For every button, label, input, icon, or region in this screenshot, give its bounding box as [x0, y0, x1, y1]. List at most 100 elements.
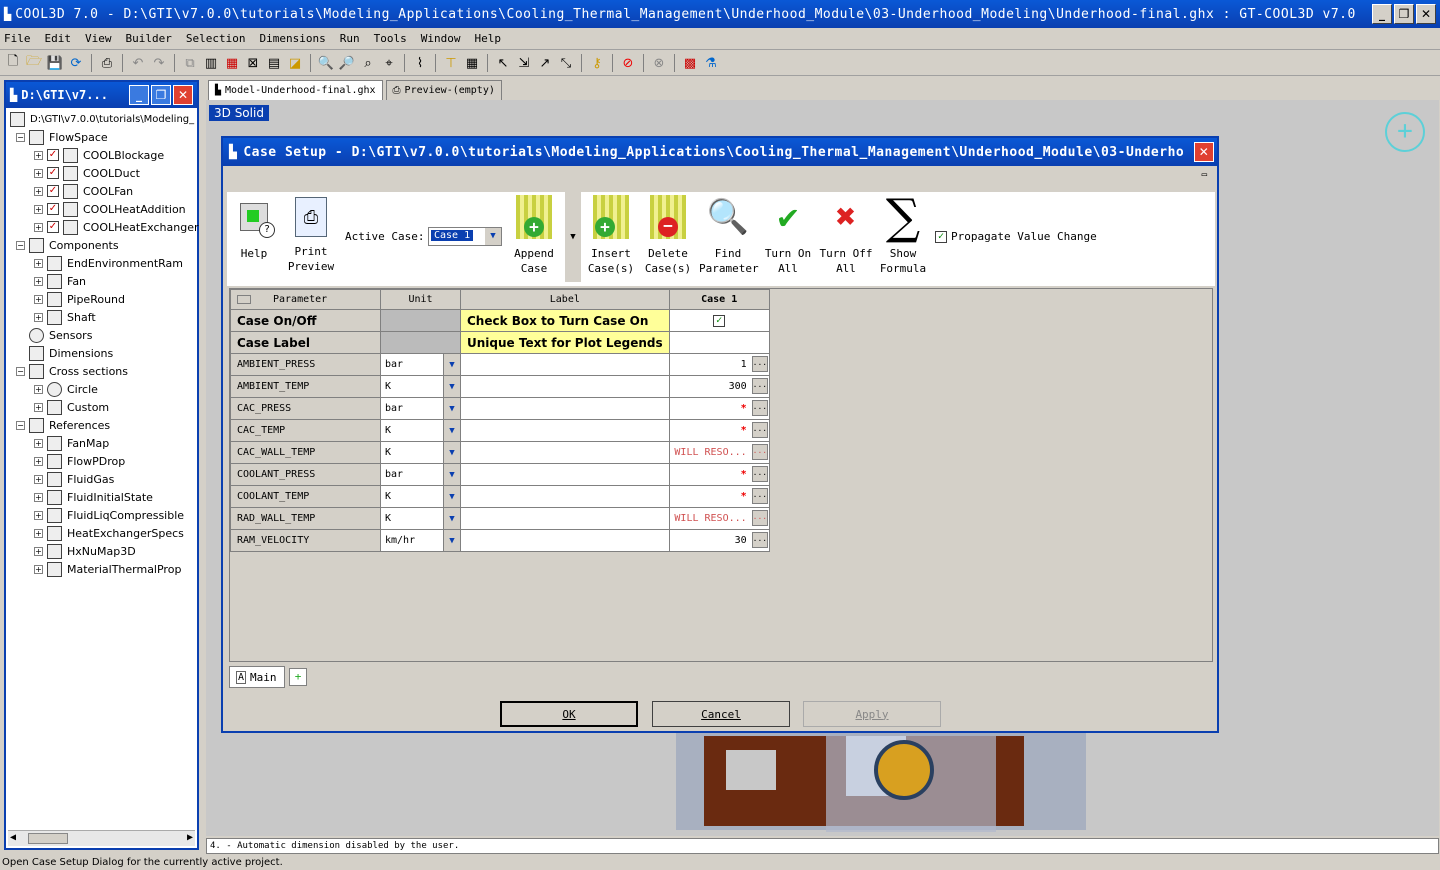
- open-folder-icon[interactable]: 🗁: [25, 54, 43, 72]
- label-cell[interactable]: [460, 529, 670, 552]
- minimize-button[interactable]: _: [1372, 4, 1392, 24]
- ellipsis-button[interactable]: ...: [751, 422, 768, 438]
- ellipsis-button[interactable]: ...: [751, 400, 768, 416]
- menu-help[interactable]: Help: [474, 32, 501, 45]
- tree-item[interactable]: Sensors: [16, 326, 92, 344]
- unit-select[interactable]: bar ▼: [380, 397, 461, 420]
- tree-item[interactable]: + ✓ COOLDuct: [34, 164, 140, 182]
- refresh-icon[interactable]: ⟳: [67, 54, 85, 72]
- expand-toggle-icon[interactable]: +: [34, 222, 43, 232]
- ellipsis-button[interactable]: ...: [751, 488, 768, 504]
- menu-builder[interactable]: Builder: [126, 32, 172, 45]
- expand-toggle-icon[interactable]: +: [34, 204, 43, 214]
- sheet-tab-main[interactable]: A Main: [229, 666, 285, 688]
- scroll-thumb[interactable]: [28, 833, 68, 844]
- case-value-cell[interactable]: WILL RESO......: [668, 507, 770, 530]
- dialog-restore-icon[interactable]: ▭: [1202, 170, 1207, 180]
- expand-toggle-icon[interactable]: +: [34, 528, 43, 538]
- expand-toggle-icon[interactable]: +: [34, 384, 43, 394]
- chevron-down-icon[interactable]: ▼: [443, 420, 460, 441]
- expand-toggle-icon[interactable]: +: [34, 186, 43, 196]
- label-cell[interactable]: [460, 463, 670, 486]
- key-icon[interactable]: ⚷: [588, 54, 606, 72]
- case-value-cell[interactable]: 30...: [668, 529, 770, 552]
- label-cell[interactable]: [460, 353, 670, 376]
- exchanger-icon[interactable]: ▤: [265, 54, 283, 72]
- tree-item[interactable]: + MaterialThermalProp: [34, 560, 181, 578]
- navigation-add-icon[interactable]: +: [1385, 112, 1425, 152]
- print-icon[interactable]: ⎙: [98, 54, 116, 72]
- tree-checkbox[interactable]: ✓: [47, 185, 59, 197]
- label-cell[interactable]: [460, 397, 670, 420]
- label-cell[interactable]: [460, 441, 670, 464]
- rotate-icon[interactable]: ↗: [536, 54, 554, 72]
- tree-checkbox[interactable]: ✓: [47, 167, 59, 179]
- case-onoff-checkbox[interactable]: ✓: [713, 314, 726, 327]
- menu-tools[interactable]: Tools: [374, 32, 407, 45]
- propagate-checkbox[interactable]: ✓: [935, 230, 947, 243]
- expand-toggle-icon[interactable]: −: [16, 132, 25, 142]
- maximize-button[interactable]: ❐: [1394, 4, 1414, 24]
- graph-icon[interactable]: ⌇: [411, 54, 429, 72]
- expand-toggle-icon[interactable]: +: [34, 474, 43, 484]
- case-value-cell[interactable]: WILL RESO......: [668, 441, 770, 464]
- tree-item[interactable]: + EndEnvironmentRam: [34, 254, 183, 272]
- tree-item[interactable]: + ✓ COOLHeatExchanger: [34, 218, 199, 236]
- tree-minimize-button[interactable]: _: [129, 85, 149, 105]
- expand-toggle-icon[interactable]: +: [34, 492, 43, 502]
- stop-icon[interactable]: ⊘: [619, 54, 637, 72]
- scroll-left-icon[interactable]: ◀: [10, 832, 16, 843]
- move-icon[interactable]: ⇲: [515, 54, 533, 72]
- apply-button[interactable]: Apply: [803, 701, 941, 727]
- expand-toggle-icon[interactable]: +: [34, 456, 43, 466]
- scroll-right-icon[interactable]: ▶: [187, 832, 193, 843]
- unit-select[interactable]: K ▼: [380, 441, 461, 464]
- find-parameter-button[interactable]: 🔍 Find Parameter: [699, 194, 759, 276]
- tree-checkbox[interactable]: ✓: [47, 149, 59, 161]
- append-case-button[interactable]: + Append Case: [507, 194, 561, 276]
- ellipsis-button[interactable]: ...: [751, 444, 768, 460]
- tree-item[interactable]: + FanMap: [34, 434, 109, 452]
- turn-on-all-button[interactable]: ✔ Turn On All: [761, 194, 815, 276]
- tree-item[interactable]: + FluidInitialState: [34, 488, 153, 506]
- delete-case-button[interactable]: − Delete Case(s): [641, 194, 695, 276]
- measure-icon[interactable]: ⤡: [557, 54, 575, 72]
- select-icon[interactable]: ↖: [494, 54, 512, 72]
- insert-case-button[interactable]: + Insert Case(s): [584, 194, 638, 276]
- save-icon[interactable]: 💾: [46, 54, 64, 72]
- ellipsis-button[interactable]: ...: [751, 466, 768, 482]
- close-button[interactable]: ✕: [1416, 4, 1436, 24]
- ellipsis-button[interactable]: ...: [751, 510, 768, 526]
- tree-horizontal-scrollbar[interactable]: ◀ ▶: [8, 830, 195, 846]
- expand-toggle-icon[interactable]: +: [34, 564, 43, 574]
- tree-item[interactable]: + Custom: [34, 398, 109, 416]
- case-value-cell[interactable]: *...: [668, 397, 770, 420]
- tree-checkbox[interactable]: ✓: [47, 221, 59, 233]
- tree-item[interactable]: + ✓ COOLBlockage: [34, 146, 164, 164]
- undo-icon[interactable]: ↶: [129, 54, 147, 72]
- tree-item[interactable]: + Shaft: [34, 308, 96, 326]
- chevron-down-icon[interactable]: ▼: [443, 376, 460, 397]
- tree-item[interactable]: Dimensions: [16, 344, 113, 362]
- label-cell[interactable]: [460, 375, 670, 398]
- expand-toggle-icon[interactable]: +: [34, 168, 43, 178]
- tree-item[interactable]: + PipeRound: [34, 290, 125, 308]
- expand-toggle-icon[interactable]: −: [16, 420, 25, 430]
- expand-toggle-icon[interactable]: +: [34, 510, 43, 520]
- dialog-close-button[interactable]: ✕: [1194, 142, 1214, 162]
- zoom-window-icon[interactable]: ⌖: [380, 54, 398, 72]
- cancel-button[interactable]: Cancel: [652, 701, 790, 727]
- select-all-icon[interactable]: [237, 294, 251, 304]
- unit-select[interactable]: K ▼: [380, 419, 461, 442]
- turn-off-all-button[interactable]: ✖ Turn Off All: [819, 194, 873, 276]
- tree-item[interactable]: − FlowSpace: [16, 128, 108, 146]
- chevron-down-icon[interactable]: ▼: [443, 398, 460, 419]
- case-value-cell[interactable]: *...: [668, 463, 770, 486]
- unit-select[interactable]: K ▼: [380, 485, 461, 508]
- chevron-down-icon[interactable]: ▼: [443, 442, 460, 463]
- toolbar-dropdown-icon[interactable]: ▼: [565, 192, 581, 282]
- chevron-down-icon[interactable]: ▼: [443, 464, 460, 485]
- case-value-cell[interactable]: 300...: [668, 375, 770, 398]
- tree-item[interactable]: + ✓ COOLHeatAddition: [34, 200, 186, 218]
- run-icon[interactable]: ⚗: [702, 54, 720, 72]
